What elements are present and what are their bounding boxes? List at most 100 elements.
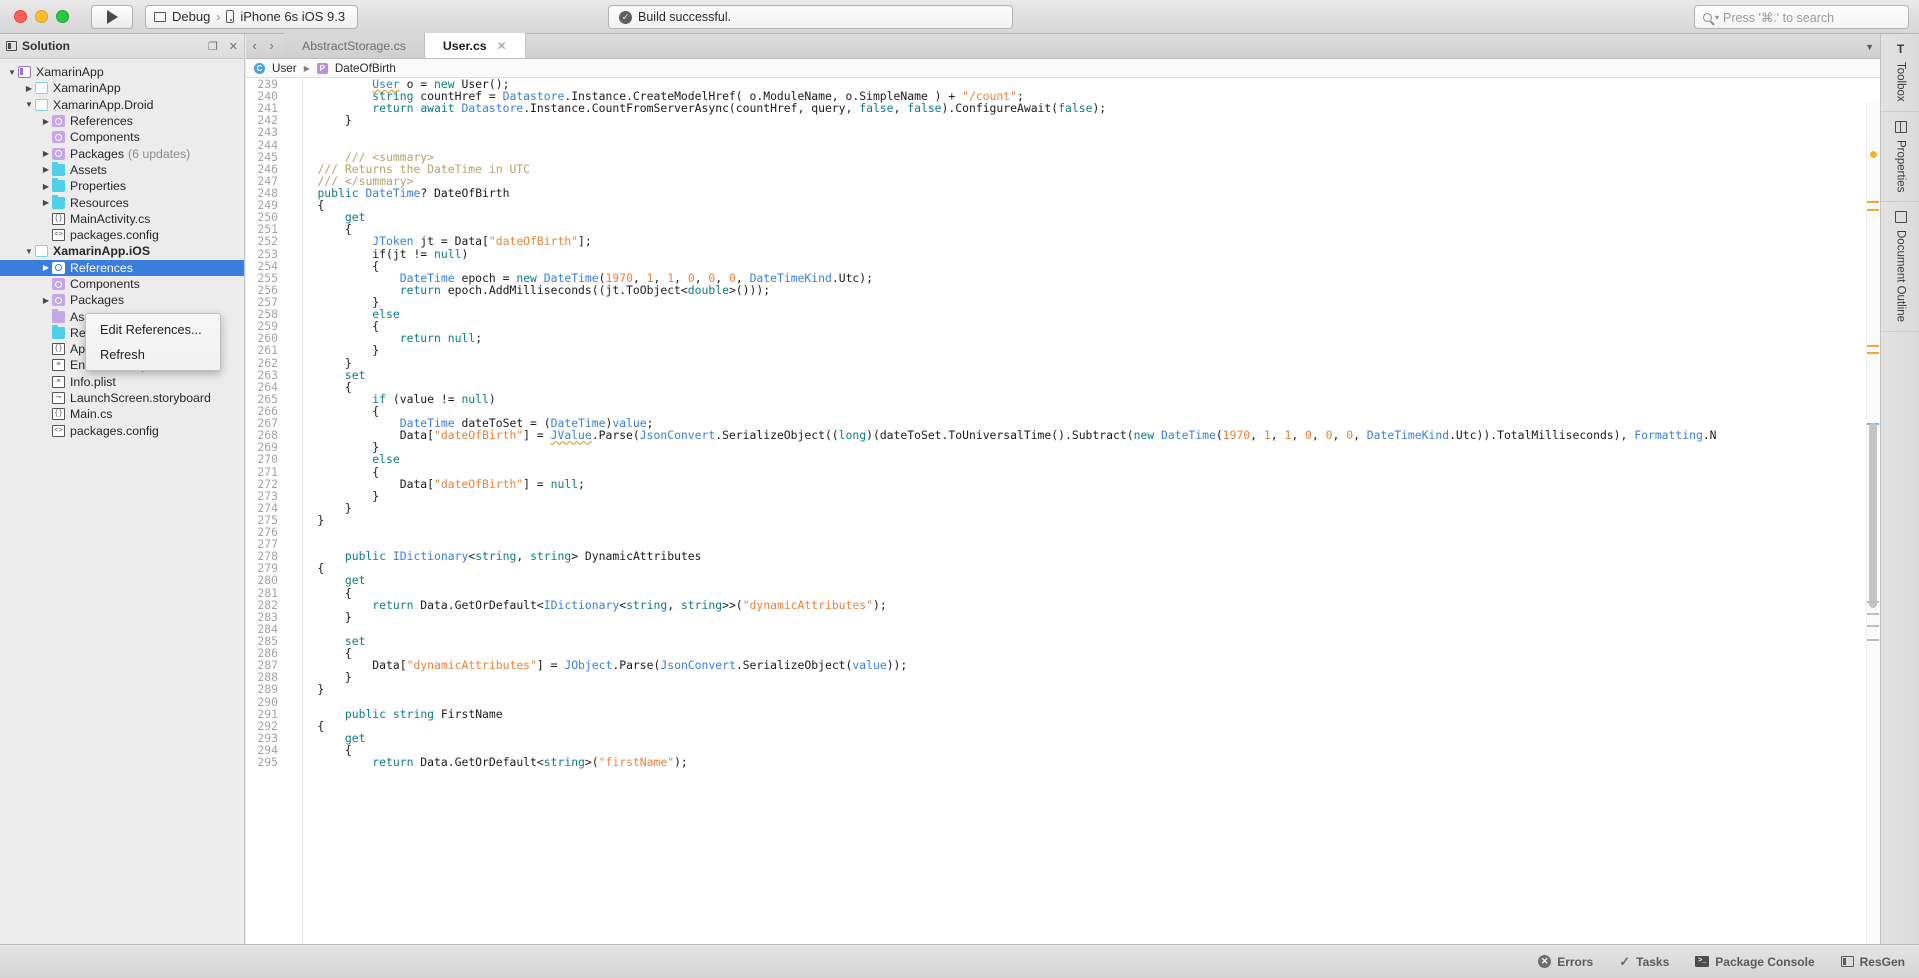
status-tasks-button[interactable]: ✓ Tasks — [1619, 954, 1669, 970]
code-line[interactable]: 244 — [246, 138, 1880, 150]
window-resize-grip[interactable] — [1906, 965, 1917, 976]
code-line[interactable]: 261 } — [246, 344, 1880, 356]
status-package-console-button[interactable]: >_ Package Console — [1695, 955, 1815, 969]
tree-item[interactable]: ▶ Properties — [0, 178, 244, 194]
code-line[interactable]: 259 { — [246, 320, 1880, 332]
tree-item[interactable]: ▶ Packages — [0, 292, 244, 308]
code-line[interactable]: 243 — [246, 126, 1880, 138]
close-window-button[interactable] — [14, 10, 27, 23]
twisty-right-icon[interactable]: ▶ — [40, 165, 52, 174]
editor-tab-abstractstorage-cs[interactable]: AbstractStorage.cs — [284, 33, 425, 58]
code-line[interactable]: 285 set — [246, 635, 1880, 647]
tab-document-outline[interactable]: Document Outline — [1881, 202, 1919, 333]
context-menu-item[interactable]: Refresh — [86, 342, 220, 367]
tree-item[interactable]: <> packages.config — [0, 227, 244, 243]
tree-item[interactable]: ▼ XamarinApp.Droid — [0, 97, 244, 113]
global-search-input[interactable]: ▾ Press '⌘.' to search — [1694, 5, 1909, 29]
tab-list-dropdown-icon[interactable]: ▼ — [1865, 34, 1874, 59]
breadcrumb-member-label[interactable]: DateOfBirth — [335, 62, 396, 75]
code-line[interactable]: 275 } — [246, 514, 1880, 526]
twisty-right-icon[interactable]: ▶ — [40, 296, 52, 305]
solution-tree[interactable]: ▼ XamarinApp ▶ XamarinApp ▼ XamarinApp.Droid ▶… — [0, 59, 244, 439]
status-errors-button[interactable]: ✕ Errors — [1538, 955, 1593, 969]
editor-vertical-scrollbar[interactable] — [1866, 103, 1880, 944]
code-line[interactable]: 263 set — [246, 369, 1880, 381]
code-line[interactable]: 257 } — [246, 296, 1880, 308]
code-line[interactable]: 288 } — [246, 671, 1880, 683]
code-line[interactable]: 269 } — [246, 441, 1880, 453]
tree-item[interactable]: <> packages.config — [0, 423, 244, 439]
code-line[interactable]: 260 return null; — [246, 332, 1880, 344]
editor-tab-user-cs[interactable]: User.cs ✕ — [424, 33, 526, 58]
code-line[interactable]: 276 — [246, 526, 1880, 538]
build-status-bar[interactable]: ✓ Build successful. — [608, 5, 1013, 29]
twisty-right-icon[interactable]: ▶ — [40, 198, 52, 207]
code-line[interactable]: 249 { — [246, 199, 1880, 211]
code-line[interactable]: 241 return await Datastore.Instance.Coun… — [246, 102, 1880, 114]
code-line[interactable]: 282 return Data.GetOrDefault<IDictionary… — [246, 599, 1880, 611]
code-line[interactable]: 293 get — [246, 732, 1880, 744]
tree-item[interactable]: ▶ Resources — [0, 194, 244, 210]
tab-toolbox[interactable]: T Toolbox — [1881, 34, 1919, 112]
breadcrumb-class-label[interactable]: User — [272, 62, 297, 75]
scrollbar-thumb[interactable] — [1869, 423, 1877, 608]
twisty-right-icon[interactable]: ▶ — [23, 84, 35, 93]
code-line[interactable]: 278 public IDictionary<string, string> D… — [246, 550, 1880, 562]
code-line[interactable]: 270 else — [246, 453, 1880, 465]
configuration-device-selector[interactable]: Debug › iPhone 6s iOS 9.3 — [145, 4, 359, 29]
code-line[interactable]: 246 /// Returns the DateTime in UTC — [246, 163, 1880, 175]
code-line[interactable]: 256 return epoch.AddMilliseconds((jt.ToO… — [246, 284, 1880, 296]
tree-item[interactable]: ⊸ LaunchScreen.storyboard — [0, 390, 244, 406]
code-line[interactable]: 283 } — [246, 611, 1880, 623]
references-context-menu[interactable]: Edit References... Refresh — [85, 313, 221, 371]
navigate-forward-button[interactable]: › — [263, 33, 280, 58]
tree-item[interactable]: {} MainActivity.cs — [0, 211, 244, 227]
code-line[interactable]: 242 } — [246, 114, 1880, 126]
code-line[interactable]: 289 } — [246, 683, 1880, 695]
code-line[interactable]: 273 } — [246, 490, 1880, 502]
code-editor-surface[interactable]: 239 User o = new User(); 240 string count… — [246, 78, 1880, 944]
source-code[interactable]: 239 User o = new User(); 240 string count… — [246, 78, 1880, 768]
twisty-down-icon[interactable]: ▼ — [6, 68, 18, 77]
code-line[interactable]: 280 get — [246, 574, 1880, 586]
code-line[interactable]: 284 — [246, 623, 1880, 635]
tree-item[interactable]: Components — [0, 276, 244, 292]
tree-item[interactable]: Components — [0, 129, 244, 145]
twisty-down-icon[interactable]: ▼ — [23, 247, 35, 256]
tree-item[interactable]: ▼ XamarinApp — [0, 64, 244, 80]
code-line[interactable]: 262 } — [246, 356, 1880, 368]
twisty-right-icon[interactable]: ▶ — [40, 117, 52, 126]
code-line[interactable]: 292 { — [246, 720, 1880, 732]
breadcrumb[interactable]: C User ▶ P DateOfBirth — [246, 59, 1880, 78]
twisty-right-icon[interactable]: ▶ — [40, 182, 52, 191]
tree-item[interactable]: ▶ Packages (6 updates) — [0, 145, 244, 161]
code-line[interactable]: 253 if(jt != null) — [246, 247, 1880, 259]
code-line[interactable]: 265 if (value != null) — [246, 393, 1880, 405]
code-line[interactable]: 279 { — [246, 562, 1880, 574]
tree-item[interactable]: ▶ Assets — [0, 161, 244, 178]
status-resgen-button[interactable]: ResGen — [1840, 955, 1905, 969]
close-pad-button[interactable]: ✕ — [229, 40, 238, 53]
code-line[interactable]: 250 get — [246, 211, 1880, 223]
tree-item[interactable]: ▶ XamarinApp — [0, 80, 244, 96]
close-icon[interactable]: ✕ — [497, 39, 507, 53]
twisty-right-icon[interactable]: ▶ — [40, 149, 52, 158]
twisty-down-icon[interactable]: ▼ — [23, 100, 35, 109]
twisty-right-icon[interactable]: ▶ — [40, 263, 52, 272]
run-button[interactable] — [91, 4, 133, 29]
tree-item[interactable]: ≡ Info.plist — [0, 374, 244, 390]
code-line[interactable]: 272 Data["dateOfBirth"] = null; — [246, 477, 1880, 489]
tab-properties[interactable]: Properties — [1881, 112, 1919, 203]
tree-item-selected[interactable]: ▶ References — [0, 259, 244, 276]
code-line[interactable]: 287 Data["dynamicAttributes"] = JObject.… — [246, 659, 1880, 671]
maximize-pad-button[interactable]: ❐ — [208, 40, 218, 53]
code-line[interactable]: 295 return Data.GetOrDefault<string>("fi… — [246, 756, 1880, 768]
tree-item[interactable]: {} Main.cs — [0, 406, 244, 422]
tree-item[interactable]: ▼ XamarinApp.iOS — [0, 243, 244, 259]
tree-item[interactable]: ▶ References — [0, 113, 244, 129]
code-line[interactable]: 258 else — [246, 308, 1880, 320]
code-line[interactable]: 274 } — [246, 502, 1880, 514]
maximize-window-button[interactable] — [56, 10, 69, 23]
code-line[interactable]: 268 Data["dateOfBirth"] = JValue.Parse(J… — [246, 429, 1880, 441]
minimize-window-button[interactable] — [35, 10, 48, 23]
